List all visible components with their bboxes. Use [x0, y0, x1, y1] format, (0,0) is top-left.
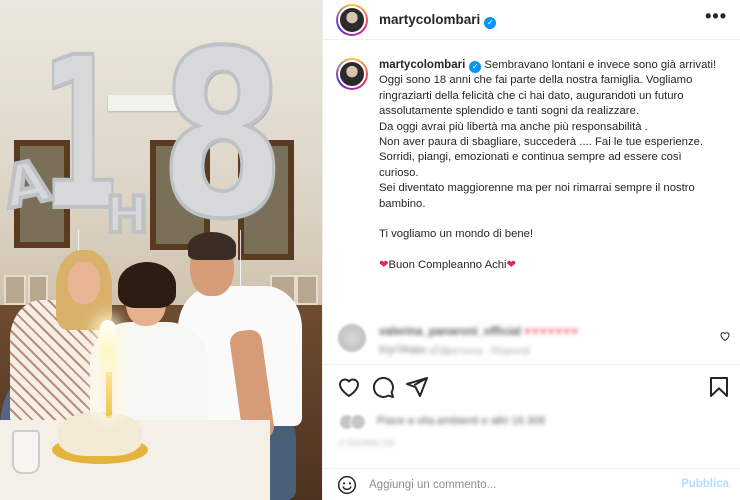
- photo-glass: [12, 430, 40, 474]
- comment-item: valerina_panaroni_official ♥♥♥♥♥♥♥ 1 g ·…: [323, 318, 740, 362]
- photo-man-hair: [188, 232, 236, 260]
- caption-line: Ti vogliamo un mondo di bene!: [379, 228, 534, 241]
- photo-sparkler: [100, 320, 116, 416]
- author-username-link[interactable]: martycolombari ✓: [379, 12, 497, 29]
- verified-icon: ✓: [484, 17, 497, 29]
- author-avatar[interactable]: [336, 4, 368, 36]
- photo-small-frame: [296, 275, 318, 305]
- heart-emoji: ❤: [506, 259, 517, 272]
- verified-icon: ✓: [469, 61, 482, 73]
- save-icon[interactable]: [707, 375, 731, 399]
- add-comment-bar: Pubblica: [323, 468, 740, 500]
- caption-line: Non aver paura di sbagliare, succederà .…: [379, 136, 704, 149]
- post-photo[interactable]: 1 8 A H: [0, 0, 322, 500]
- photo-small-frame: [4, 275, 26, 305]
- liker-avatars: [339, 414, 371, 430]
- comment-text: valerina_panaroni_official ♥♥♥♥♥♥♥: [379, 326, 579, 338]
- caption-line: Oggi sono 18 anni che fai parte della no…: [379, 74, 693, 118]
- comment-meta[interactable]: 1 g · Piace a 1 persona · Rispondi: [379, 346, 530, 357]
- caption-text: martycolombari ✓ Sembravano lontani e inv…: [379, 58, 719, 274]
- more-icon[interactable]: •••: [705, 6, 727, 27]
- comment-hearts: ♥♥♥♥♥♥♥: [524, 326, 579, 338]
- comment-icon[interactable]: [371, 375, 395, 399]
- likes-summary[interactable]: Piace a vita.ambienti e altri 16.308: [339, 412, 739, 436]
- share-icon[interactable]: [405, 375, 429, 399]
- emoji-icon[interactable]: [337, 475, 357, 495]
- author-username[interactable]: martycolombari: [379, 12, 480, 27]
- like-icon[interactable]: [337, 375, 361, 399]
- balloon-number-eight: 8: [158, 3, 286, 270]
- caption-line: Sei diventato maggiorenne ma per noi rim…: [379, 182, 695, 210]
- caption-line: Da oggi avrai più libertà ma anche più r…: [379, 120, 648, 133]
- photo-birthday-cake: [58, 412, 142, 456]
- caption-line: Sorridi, piangi, emozionati e continua s…: [379, 151, 682, 179]
- publish-button[interactable]: Pubblica: [681, 478, 729, 490]
- post-panel: martycolombari ✓ ••• martycolombari ✓ Semb…: [322, 0, 740, 500]
- caption-author-avatar[interactable]: [336, 58, 368, 90]
- comment-like-icon[interactable]: [719, 330, 731, 342]
- comment-input[interactable]: [369, 476, 669, 494]
- likes-text[interactable]: Piace a vita.ambienti e altri 16.308: [377, 415, 545, 427]
- post-actions: [323, 364, 740, 410]
- photo-boy-hair: [118, 262, 176, 308]
- commenter-avatar[interactable]: [338, 324, 366, 352]
- photo-woman-face: [68, 262, 100, 304]
- commenter-username[interactable]: valerina_panaroni_official: [379, 326, 521, 338]
- caption-line: Buon Compleanno Achi: [388, 259, 507, 272]
- post-header: martycolombari ✓ •••: [323, 0, 740, 40]
- caption-line: Sembravano lontani e invece sono già arr…: [484, 59, 717, 71]
- post-timestamp: 2 GIORNI FA: [339, 438, 395, 448]
- caption-username[interactable]: martycolombari: [379, 59, 465, 71]
- balloon-letter-h: H: [104, 184, 150, 246]
